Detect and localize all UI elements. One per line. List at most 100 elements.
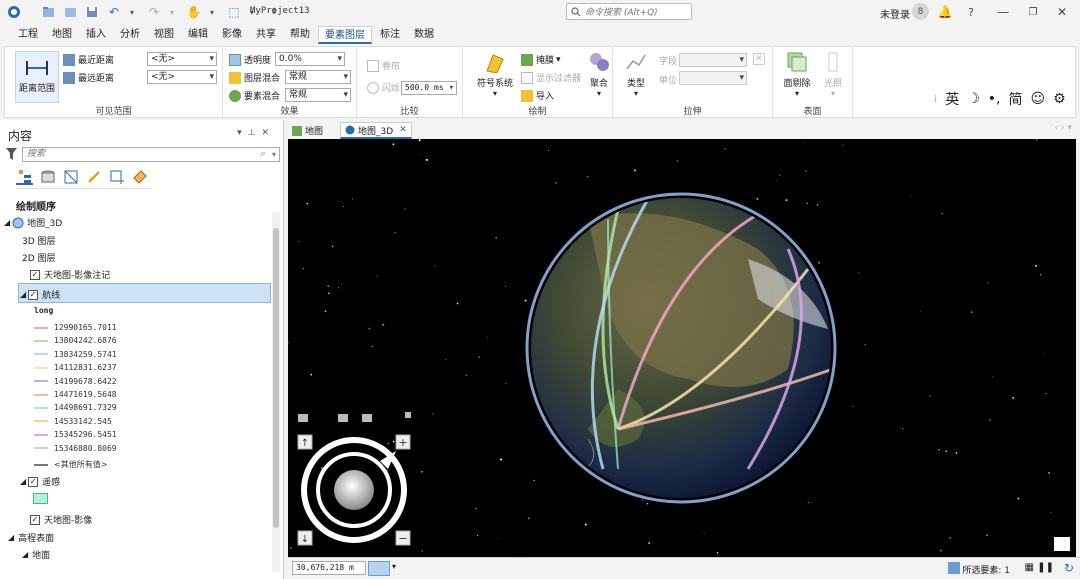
navigator-ball[interactable] (334, 470, 374, 510)
mask-row[interactable]: 掩膜 ▾ (521, 53, 561, 66)
minimize-icon[interactable]: — (995, 4, 1011, 20)
extrusion-type-button[interactable]: 类型 ▾ (621, 51, 651, 98)
data-source-tab-icon[interactable] (39, 168, 56, 185)
swipe-label[interactable]: 卷帘 (382, 59, 400, 72)
expression-icon[interactable]: ✕ (753, 53, 765, 65)
legend-item[interactable]: 13834259.5741 (34, 350, 117, 359)
legend-item[interactable]: 14112831.6237 (34, 363, 117, 372)
tab-insert[interactable]: 插入 (80, 26, 112, 44)
pin-icon[interactable]: ⊥ (248, 128, 262, 138)
ime-handle-icon[interactable]: ⁞ (934, 94, 937, 105)
tab-share[interactable]: 共享 (250, 26, 282, 44)
symbology-button[interactable]: 符号系统 ▾ (475, 51, 515, 98)
tree-elevation-surfaces[interactable]: ◢ 高程表面 (8, 531, 54, 544)
full-extent-icon[interactable] (338, 414, 348, 422)
heading-icon[interactable] (362, 414, 372, 422)
tab-edit[interactable]: 编辑 (182, 26, 214, 44)
collapse-icon[interactable]: ◢ (8, 533, 14, 542)
close-pane-icon[interactable]: ✕ (261, 128, 275, 138)
filter-icon[interactable] (6, 148, 17, 160)
tree-ground[interactable]: ◢ 地面 (22, 548, 50, 561)
search-icon[interactable]: ⌕ (260, 148, 265, 161)
scrollbar-thumb[interactable] (273, 228, 279, 528)
new-project-icon[interactable] (40, 4, 56, 20)
snapping-tab-icon[interactable] (108, 168, 125, 185)
layer-blend-select[interactable]: 常规 (285, 70, 351, 84)
tree-tianditu-annotation[interactable]: ✓ 天地图-影像注记 (30, 268, 110, 281)
tab-view[interactable]: 视图 (148, 26, 180, 44)
redo-icon[interactable]: ↷ (146, 4, 162, 20)
pan-tool-icon[interactable]: ✋ (186, 4, 202, 20)
visibility-checkbox[interactable]: ✓ (30, 269, 40, 280)
close-window-icon[interactable]: ✕ (1054, 4, 1070, 20)
coordinate-toggle-icon[interactable] (368, 561, 390, 576)
tab-project[interactable]: 工程 (12, 26, 44, 44)
display-filter-row[interactable]: 显示过滤器 (521, 71, 581, 84)
navigator-options-icon[interactable] (405, 412, 411, 418)
sign-in-status[interactable]: 未登录 (880, 6, 910, 21)
tree-map-3d[interactable]: ◢ 地图_3D (4, 216, 62, 229)
notification-bell-icon[interactable]: 🔔 (937, 4, 953, 20)
farthest-select[interactable]: <无> (147, 70, 217, 84)
tree-2d-layers[interactable]: 2D 图层 (22, 251, 56, 264)
legend-item[interactable]: 14498691.7329 (34, 403, 117, 412)
tab-feature-layer[interactable]: 要素图层 (318, 26, 372, 44)
select-tool-icon[interactable]: ⬚ (226, 4, 242, 20)
face-culling-button[interactable]: 面剔除 ▾ (781, 51, 813, 98)
save-icon[interactable] (84, 4, 100, 20)
collapse-icon[interactable]: ◢ (4, 218, 10, 227)
ime-moon-icon[interactable]: ☽ (967, 91, 980, 107)
transparency-input[interactable]: 0.0% (275, 52, 345, 66)
pause-icon[interactable]: ❚❚ (1037, 562, 1054, 573)
extrusion-unit-select[interactable] (679, 71, 747, 85)
flash-interval-input[interactable]: 500.0 ms (401, 81, 457, 95)
undo-dropdown-icon[interactable]: ▾ (124, 4, 140, 20)
close-tab-icon[interactable]: ✕ (399, 125, 407, 135)
attribution-icon[interactable] (1054, 537, 1070, 551)
avatar[interactable]: 8 (912, 3, 929, 20)
3d-scene-view[interactable]: ↑ + ↓ − (288, 139, 1076, 557)
legend-item[interactable]: 14199678.6422 (34, 377, 117, 386)
legend-item[interactable]: 15346880.8069 (34, 444, 117, 453)
legend-other-values[interactable]: <其他所有值> (34, 459, 107, 470)
redo-dropdown-icon[interactable]: ▾ (164, 4, 180, 20)
tab-map-2d[interactable]: 地图 (288, 122, 327, 139)
ime-emoji-icon[interactable]: ☺ (1030, 91, 1045, 107)
visibility-range-button[interactable]: 距离范围 (15, 51, 59, 103)
flash-label[interactable]: 闪烁 (382, 81, 400, 94)
navigator-control[interactable] (301, 437, 407, 543)
aggregate-button[interactable]: 聚合 ▾ (585, 51, 613, 98)
table-icon[interactable]: ▦ (1025, 562, 1034, 573)
tab-scroll-icons[interactable]: ‹ › ▾ (1055, 123, 1072, 133)
selection-tab-icon[interactable] (62, 168, 79, 185)
tree-tianditu-imagery[interactable]: ✓ 天地图-影像 (30, 513, 92, 526)
tab-map-3d[interactable]: 地图_3D ✕ (340, 122, 412, 139)
tab-map[interactable]: 地图 (46, 26, 78, 44)
tree-3d-layers[interactable]: 3D 图层 (22, 234, 56, 247)
legend-item[interactable]: 14533142.545 (34, 417, 112, 426)
coordinate-dropdown-icon[interactable]: ▾ (392, 562, 396, 571)
legend-item[interactable]: 14471619.5648 (34, 390, 117, 399)
tree-routes-layer[interactable]: ◢ ✓ 航线 (20, 288, 60, 301)
search-dropdown-icon[interactable]: ▾ (272, 148, 276, 161)
collapse-icon[interactable]: ◢ (20, 477, 26, 486)
scene-canvas[interactable]: ↑ + ↓ − (288, 139, 1076, 557)
scale-select[interactable]: 30,676,218 m (292, 561, 366, 575)
visibility-checkbox[interactable]: ✓ (30, 514, 40, 525)
collapse-icon[interactable]: ◢ (20, 290, 26, 299)
legend-item[interactable]: 15345296.5451 (34, 430, 117, 439)
selected-features-count[interactable]: 所选要素: 1 (962, 563, 1010, 576)
navigator-collapse-icon[interactable] (298, 414, 308, 422)
lighting-button[interactable]: 光照 ▾ (819, 51, 847, 98)
tab-help[interactable]: 帮助 (284, 26, 316, 44)
drawing-order-tab-icon[interactable] (16, 168, 33, 185)
restore-icon[interactable]: ❐ (1025, 4, 1041, 20)
editing-tab-icon[interactable] (85, 168, 102, 185)
ime-language-toggle[interactable]: 英 (945, 89, 959, 109)
tab-data[interactable]: 数据 (408, 26, 440, 44)
ime-simplified-toggle[interactable]: 简 (1008, 89, 1022, 109)
legend-item[interactable]: 13804242.6876 (34, 336, 117, 345)
labeling-tab-icon[interactable] (131, 168, 148, 185)
collapse-icon[interactable]: ◢ (22, 550, 28, 559)
ime-settings-icon[interactable]: ⚙ (1053, 91, 1066, 107)
